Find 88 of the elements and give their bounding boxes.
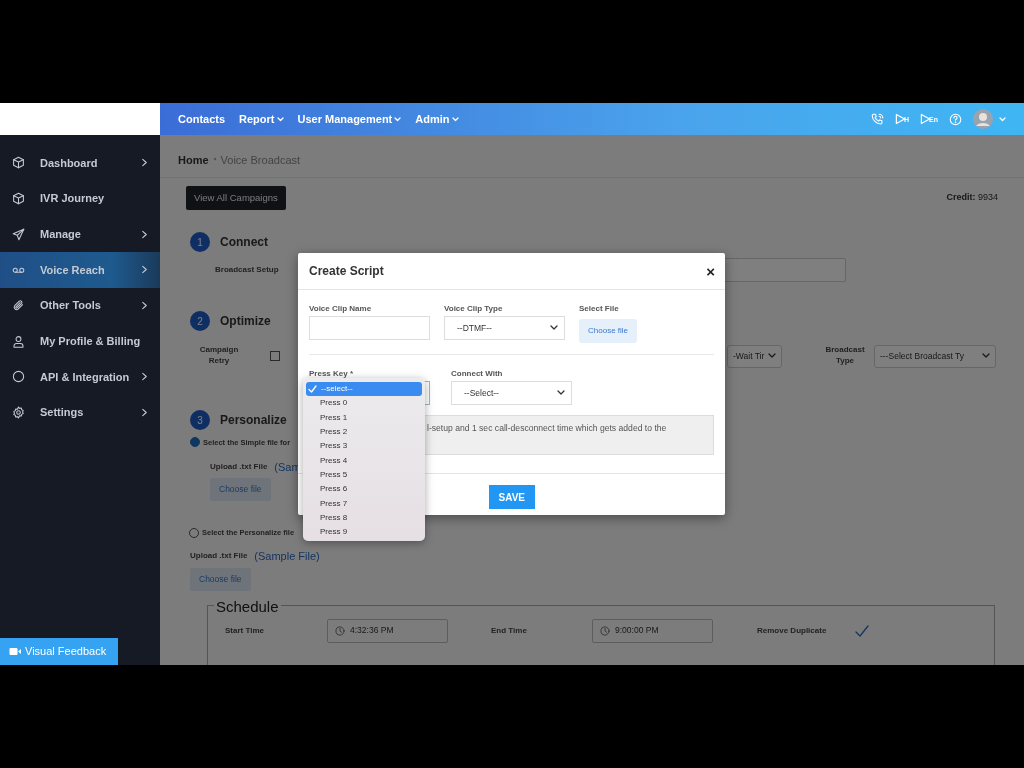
user-icon (12, 334, 25, 348)
dropdown-option[interactable]: Press 8 (306, 510, 422, 525)
caret-icon (999, 116, 1006, 122)
field-label: Upload .txt File (190, 550, 248, 562)
sidebar-item[interactable]: Other Tools (0, 287, 160, 324)
field-label: Broadcast Type (824, 345, 866, 368)
dropdown-option[interactable]: Press 7 (306, 496, 422, 511)
dropdown-option[interactable]: Press 3 (306, 439, 422, 454)
step-title: Connect (220, 234, 268, 252)
field-label: Remove Duplicate (757, 624, 828, 637)
caret-icon (394, 116, 402, 122)
chevron-icon (141, 229, 148, 239)
field-label: Connect With (451, 368, 504, 378)
input-field[interactable] (309, 316, 430, 340)
field-label: Press Key * (309, 368, 355, 378)
modal-title: Create Script (309, 263, 384, 280)
check-icon (855, 624, 869, 637)
step-number: 3 (190, 410, 210, 431)
caret-icon (451, 116, 459, 122)
cube-icon (12, 156, 25, 170)
sidebar-item[interactable]: API & Integration (0, 359, 160, 395)
dropdown-option[interactable]: Press 2 (306, 424, 422, 440)
caret-icon (982, 353, 990, 360)
dropdown-option[interactable]: Press 1 (306, 410, 422, 425)
field-label: Voice Clip Name (309, 303, 373, 313)
nav-link[interactable]: Admin (415, 110, 459, 128)
nav-link[interactable]: User Management (297, 110, 402, 128)
field-label: Select File (579, 303, 620, 313)
sidebar-item[interactable]: Voice Reach (0, 252, 160, 288)
sidebar-item[interactable]: My Profile & Billing (0, 323, 160, 360)
caret-icon (768, 353, 777, 360)
radio-button[interactable] (190, 437, 200, 448)
close-button[interactable]: × (706, 263, 715, 279)
caret-icon (550, 325, 558, 331)
paperclip-icon (12, 299, 25, 313)
caret-icon (276, 116, 284, 122)
chevron-icon (141, 265, 148, 275)
view-campaigns-button[interactable]: View All Campaigns (186, 186, 286, 211)
step-title: Optimize (220, 313, 271, 331)
field-label: Broadcast Setup (215, 264, 279, 277)
select-field[interactable]: -Wait Tir (727, 344, 782, 368)
dropdown-option[interactable]: Press 0 (306, 396, 422, 411)
step-number: 2 (190, 311, 210, 332)
dropdown-option[interactable]: Press 4 (306, 453, 422, 468)
settings-icon (12, 406, 25, 420)
sidebar-item[interactable]: Settings (0, 394, 160, 431)
play-icon (895, 113, 906, 125)
clock-icon (600, 625, 610, 636)
select-field[interactable]: --Select-- (451, 381, 572, 405)
check-icon (308, 385, 317, 394)
field-label: Start Time (225, 624, 265, 637)
breadcrumb-link[interactable]: Home (178, 152, 209, 177)
dropdown-option[interactable]: Press 5 (306, 467, 422, 483)
clock-icon (335, 625, 345, 636)
field-label: End Time (491, 624, 528, 637)
video-camera-icon (9, 647, 21, 656)
credit-text: Credit: 9934 (946, 191, 998, 205)
checkbox[interactable] (270, 351, 280, 362)
sidebar-item[interactable]: Manage (0, 216, 160, 253)
field-label: Campaign Retry (198, 345, 240, 368)
chevron-icon (141, 372, 148, 382)
send-icon (12, 227, 25, 241)
time-field[interactable]: 9:00:00 PM (592, 618, 713, 643)
chevron-icon (141, 301, 148, 311)
field-label: Upload .txt File (210, 461, 268, 474)
chevron-icon (141, 158, 148, 168)
field-label: Voice Clip Type (444, 303, 504, 313)
select-field[interactable]: --DTMF-- (444, 316, 565, 340)
checkbox[interactable] (855, 624, 869, 637)
nav-link[interactable]: Contacts (178, 110, 226, 128)
time-field[interactable]: 4:32:36 PM (327, 618, 448, 643)
cube-icon (12, 192, 25, 206)
dropdown-option[interactable]: Press 9 (306, 524, 422, 540)
choose-file-button[interactable]: Choose file (579, 319, 638, 343)
sidebar-item[interactable]: Dashboard (0, 145, 160, 181)
nav-link[interactable]: Report (239, 110, 284, 128)
caret-icon (557, 390, 565, 396)
sidebar-item[interactable]: IVR Journey (0, 180, 160, 217)
phone-icon (871, 112, 884, 126)
step-number: 1 (190, 232, 210, 253)
chevron-icon (141, 408, 148, 418)
help-icon (949, 112, 962, 126)
dropdown-option[interactable]: Press 6 (306, 482, 422, 497)
step-title: Personalize (220, 412, 287, 430)
select-field[interactable]: ---Select Broadcast Ty (874, 344, 996, 368)
circle-icon (12, 370, 25, 384)
info-text: l-setup and 1 sec call-desconnect time which gets added to the (427, 423, 667, 433)
avatar (973, 109, 993, 129)
